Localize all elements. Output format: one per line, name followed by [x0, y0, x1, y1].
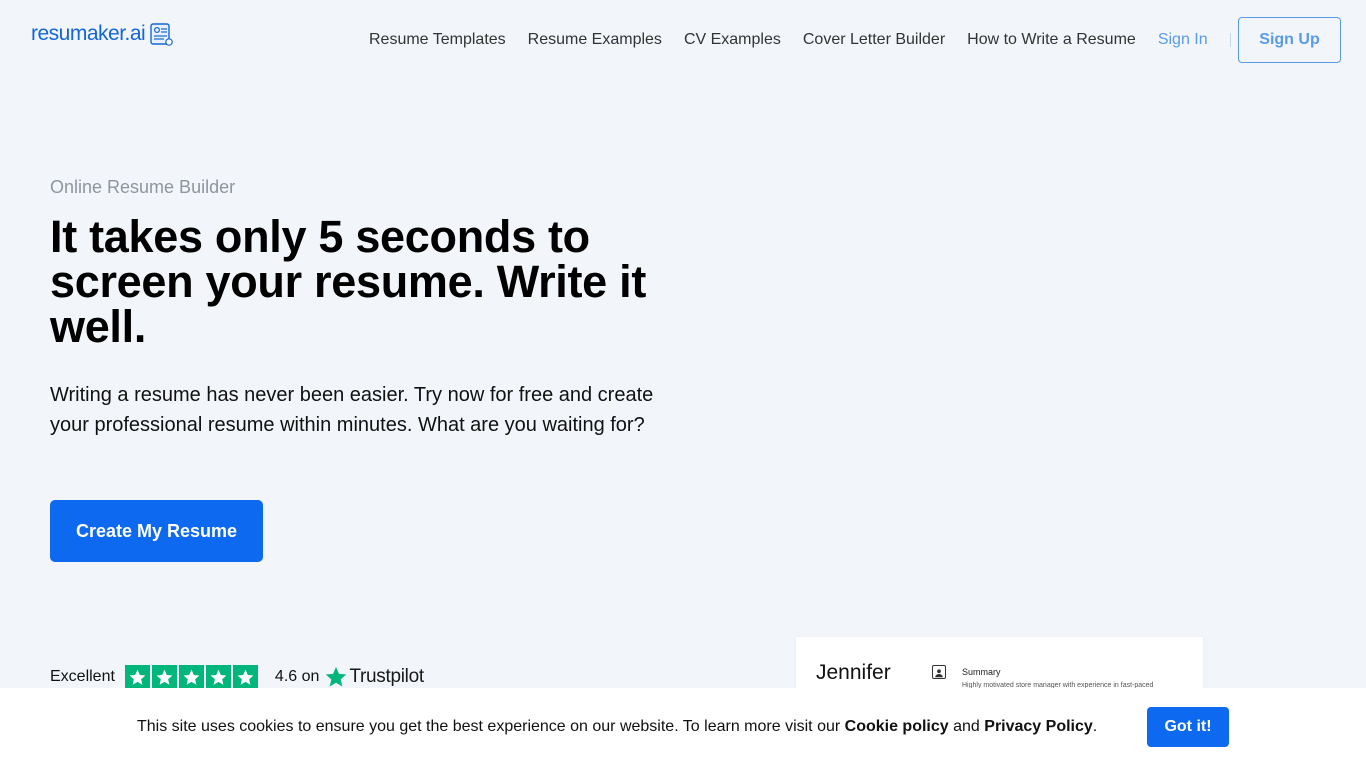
- hero-subtitle: Writing a resume has never been easier. …: [50, 384, 654, 436]
- cookie-policy-link[interactable]: Cookie policy: [845, 718, 949, 735]
- cookie-banner: This site uses cookies to ensure you get…: [0, 688, 1366, 768]
- star-icon: [151, 664, 177, 690]
- nav-cv-examples[interactable]: CV Examples: [684, 31, 781, 49]
- rating-stars: [124, 664, 260, 690]
- nav-how-to-write-resume[interactable]: How to Write a Resume: [967, 31, 1136, 49]
- privacy-policy-link[interactable]: Privacy Policy: [984, 718, 1093, 735]
- main-nav: Resume Templates Resume Examples CV Exam…: [369, 30, 1252, 50]
- logo-text: resumaker.ai: [31, 22, 146, 45]
- sign-up-button[interactable]: Sign Up: [1238, 17, 1341, 63]
- hero-title: It takes only 5 seconds to screen your r…: [50, 211, 647, 352]
- star-icon: [205, 664, 231, 690]
- resume-preview-section: Summary: [962, 667, 1001, 677]
- nav-resume-templates[interactable]: Resume Templates: [369, 31, 506, 49]
- trustpilot-star-icon: [326, 666, 347, 687]
- site-header: resumaker.ai Resume Templates Resume Exa…: [0, 0, 1366, 80]
- cookie-text-end: .: [1092, 718, 1098, 735]
- sign-in-link[interactable]: Sign In: [1158, 31, 1208, 49]
- hero-eyebrow: Online Resume Builder: [50, 177, 236, 197]
- trustpilot-rating[interactable]: Excellent 4.6 on Trustpilot: [50, 663, 424, 691]
- logo[interactable]: resumaker.ai: [31, 19, 174, 49]
- nav-resume-examples[interactable]: Resume Examples: [528, 31, 662, 49]
- nav-cover-letter-builder[interactable]: Cover Letter Builder: [803, 31, 945, 49]
- accept-cookies-button[interactable]: Got it!: [1147, 707, 1229, 747]
- trustpilot-logo: Trustpilot: [325, 666, 424, 688]
- person-icon: [932, 665, 946, 679]
- nav-divider: [1229, 33, 1231, 47]
- star-icon: [178, 664, 204, 690]
- resume-preview-name: Jennifer: [816, 661, 891, 684]
- cookie-message: This site uses cookies to ensure you get…: [137, 718, 1097, 736]
- resume-document-icon: [148, 21, 174, 47]
- star-icon: [124, 664, 150, 690]
- star-icon: [232, 664, 258, 690]
- create-resume-button[interactable]: Create My Resume: [50, 500, 263, 562]
- cookie-text-start: This site uses cookies to ensure you get…: [137, 718, 845, 735]
- rating-score: 4.6 on: [274, 668, 320, 685]
- rating-label: Excellent: [50, 668, 115, 685]
- trustpilot-brand: Trustpilot: [349, 666, 424, 687]
- cookie-text-and: and: [948, 718, 985, 735]
